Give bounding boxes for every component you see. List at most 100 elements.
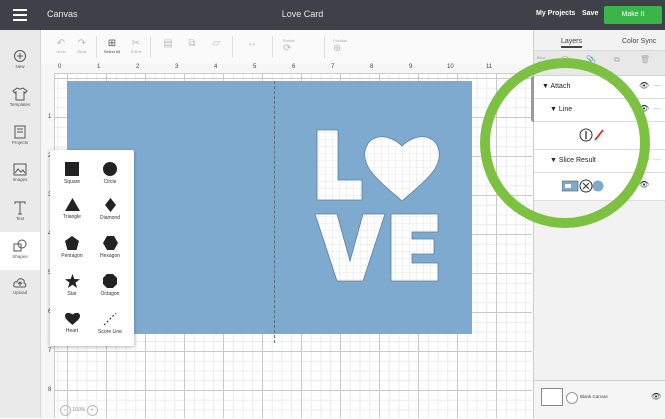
collapse-icon[interactable]: — — [653, 81, 661, 90]
top-bar: Canvas Love Card My Projects Save Make I… — [0, 0, 665, 30]
shape-label: Hexagon — [99, 253, 120, 259]
cloud-upload-icon — [13, 278, 27, 288]
project-name: Love Card — [281, 9, 324, 19]
score-line[interactable] — [274, 81, 275, 343]
redo-icon: ↷ — [77, 38, 87, 49]
select-all-icon: ⊞ — [107, 38, 117, 49]
ruler-h-tick: 7 — [331, 64, 335, 70]
shirt-icon — [12, 87, 28, 101]
projects-icon — [14, 125, 26, 139]
ruler-h-tick: 10 — [447, 64, 454, 70]
heart-icon — [64, 312, 80, 325]
duplicate-button[interactable]: ⧉ — [604, 55, 630, 64]
nav-label: Images — [12, 177, 28, 182]
letter-v — [314, 213, 386, 282]
tab-color-sync[interactable]: Color Sync — [622, 38, 656, 45]
align-button[interactable]: ▤ — [157, 38, 179, 49]
nav-shapes[interactable]: Shapes — [0, 232, 40, 270]
shape-pentagon[interactable]: Pentagon — [52, 236, 92, 259]
position-control[interactable]: Position ⊕ — [333, 38, 373, 54]
shape-label: Triangle — [63, 214, 81, 220]
shape-diamond[interactable]: Diamond — [90, 198, 130, 221]
edit-label: Edit ▾ — [130, 49, 141, 54]
size-control[interactable]: ↔ — [237, 38, 267, 49]
make-it-button[interactable]: Make It — [604, 6, 662, 24]
blank-canvas-row: Blank Canvas 👁 — [534, 380, 665, 419]
shape-score-line[interactable]: Score Line — [90, 312, 130, 335]
my-projects-link[interactable]: My Projects — [536, 10, 575, 17]
nav-text[interactable]: Text — [0, 194, 40, 232]
undo-label: Undo — [56, 49, 66, 54]
ruler-h-tick: 11 — [486, 64, 493, 70]
panel-tabs: Layers Color Sync — [534, 38, 665, 50]
text-icon — [14, 201, 26, 215]
shape-heart[interactable]: Heart — [52, 312, 92, 334]
nav-new[interactable]: New — [0, 42, 40, 80]
shape-label: Octagon — [100, 291, 120, 297]
zoom-in-button[interactable]: + — [86, 405, 98, 416]
scissors-icon: ✂ — [131, 38, 141, 49]
shape-hexagon[interactable]: Hexagon — [90, 236, 130, 259]
nav-templates[interactable]: Templates — [0, 80, 40, 118]
arrange-button[interactable]: ⧉ — [181, 38, 203, 49]
redo-button[interactable]: ↷ Redo — [71, 38, 93, 54]
shape-triangle[interactable]: Triangle — [52, 198, 92, 220]
ruler-h-tick: 6 — [292, 64, 296, 70]
score-line-icon — [103, 312, 117, 326]
select-all-button[interactable]: ⊞ Select All — [101, 38, 123, 54]
shape-square[interactable]: Square — [52, 162, 92, 185]
zoom-out-button[interactable]: − — [60, 405, 71, 416]
arrange-icon: ⧉ — [188, 38, 196, 49]
ruler-v-tick: 1 — [48, 114, 52, 120]
select-all-label: Select All — [103, 49, 121, 54]
nav-projects[interactable]: Projects — [0, 118, 40, 156]
shape-label: Star — [67, 291, 77, 297]
undo-button[interactable]: ↶ Undo — [50, 38, 72, 54]
highlight-circle — [480, 58, 650, 228]
edit-toolbar: ↶ Undo ↷ Redo ⊞ Select All ✂ Edit ▾ ▤ ⧉ ▱ ↔ … — [41, 30, 532, 65]
shape-label: Diamond — [99, 215, 120, 221]
position-icon: ⊕ — [333, 43, 342, 54]
nav-label: Text — [15, 216, 25, 221]
flip-button[interactable]: ▱ — [205, 38, 227, 49]
ruler-h-tick: 4 — [214, 64, 218, 70]
nav-upload[interactable]: Upload — [0, 270, 40, 308]
love-artwork[interactable] — [312, 126, 442, 286]
shape-star[interactable]: Star — [52, 274, 92, 297]
ruler-h-tick: 9 — [409, 64, 413, 70]
align-icon: ▤ — [163, 38, 173, 49]
triangle-icon — [64, 198, 80, 211]
rotate-control[interactable]: Rotate ⟳ — [283, 38, 313, 54]
ruler-h-tick: 2 — [136, 64, 140, 70]
edit-dropdown[interactable]: ✂ Edit ▾ — [125, 38, 147, 54]
nav-label: Shapes — [12, 254, 28, 259]
shape-circle[interactable]: Circle — [90, 162, 130, 185]
circle-icon — [103, 162, 117, 176]
square-icon — [65, 162, 79, 176]
save-button[interactable]: Save — [582, 10, 598, 17]
ruler-corner — [41, 64, 54, 73]
image-icon — [13, 163, 27, 176]
visibility-eye-icon[interactable]: 👁 — [639, 81, 649, 90]
letter-e — [390, 213, 439, 282]
nav-images[interactable]: Images — [0, 156, 40, 194]
canvas-color-swatch[interactable] — [541, 388, 563, 406]
ruler-h-tick: 5 — [253, 64, 257, 70]
shape-label: Heart — [65, 328, 79, 334]
blank-canvas-checkbox[interactable] — [566, 392, 578, 404]
size-icon: ↔ — [247, 38, 257, 49]
ruler-h-tick: 0 — [58, 64, 62, 70]
shape-label: Pentagon — [61, 253, 83, 259]
shapes-icon — [13, 239, 27, 252]
shape-octagon[interactable]: Octagon — [90, 274, 130, 297]
nav-label: Projects — [11, 140, 29, 145]
nav-label: Templates — [9, 102, 31, 107]
delete-button[interactable]: 🗑 — [632, 55, 658, 64]
collapse-icon[interactable]: — — [653, 155, 661, 164]
zoom-control: − 100% + — [60, 405, 116, 418]
hide-icon[interactable]: 👁 — [651, 392, 661, 401]
tab-layers[interactable]: Layers — [561, 38, 583, 48]
letter-l — [316, 129, 363, 201]
nav-label: Upload — [12, 290, 28, 295]
collapse-icon[interactable]: — — [653, 104, 661, 113]
